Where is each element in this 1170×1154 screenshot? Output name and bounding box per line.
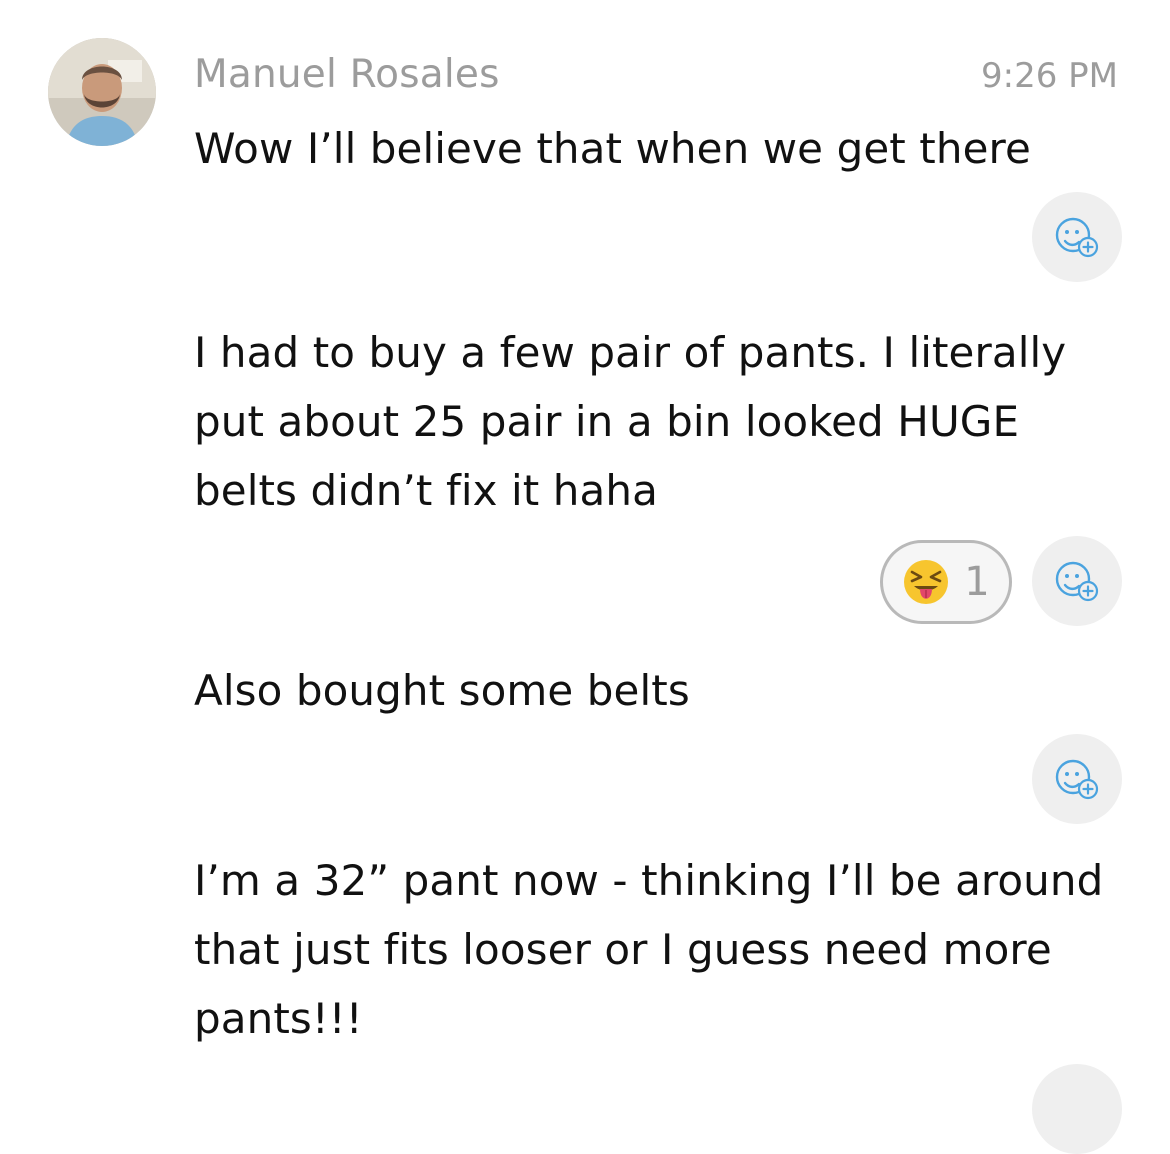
message-text: I’m a 32” pant now - thinking I’ll be ar… — [194, 856, 1104, 1043]
reaction-pill[interactable]: 1 — [880, 540, 1012, 624]
avatar-photo — [48, 38, 156, 146]
avatar[interactable] — [48, 38, 156, 146]
message-text: Also bought some belts — [194, 666, 690, 715]
message-text: I had to buy a few pair of pants. I lite… — [194, 328, 1067, 515]
add-reaction-button[interactable] — [1032, 1064, 1122, 1154]
add-reaction-icon — [1055, 217, 1099, 258]
reaction-count: 1 — [964, 559, 990, 605]
add-reaction-button[interactable] — [1032, 734, 1122, 824]
message-time: 9:26 PM — [981, 56, 1118, 96]
squinting-face-with-tongue-icon — [902, 558, 950, 606]
add-reaction-button[interactable] — [1032, 536, 1122, 626]
add-reaction-button[interactable] — [1032, 192, 1122, 282]
sender-name: Manuel Rosales — [194, 52, 500, 97]
add-reaction-icon — [1055, 561, 1099, 602]
message-text: Wow I’ll believe that when we get there — [194, 124, 1031, 173]
add-reaction-icon — [1055, 759, 1099, 800]
